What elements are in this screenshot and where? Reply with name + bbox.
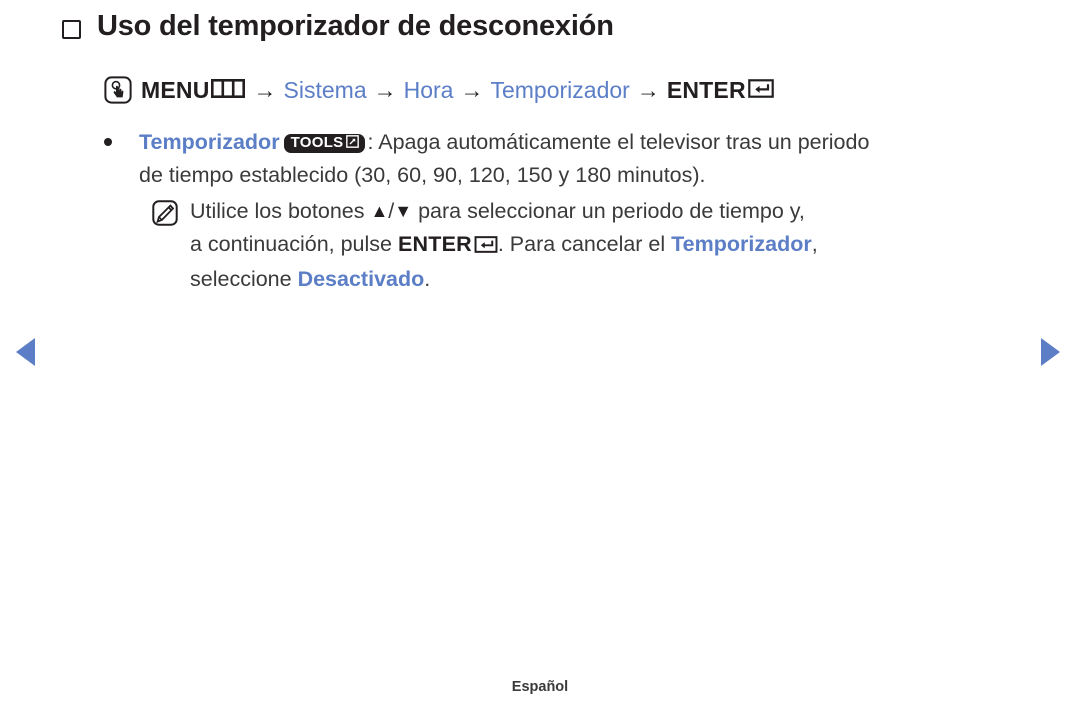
term-temporizador: Temporizador [139, 130, 280, 154]
language-footer: Español [511, 679, 569, 695]
title-square-bullet-icon [62, 20, 81, 39]
note-part4: . Para cancelar el [497, 232, 672, 256]
path-step-temporizador: Temporizador [490, 76, 630, 103]
note-part1: Utilice los botones [190, 199, 371, 223]
bullet-dot-icon [104, 138, 112, 146]
menu-path: MENU → Sistema → Hora → Temporizador → E… [104, 76, 774, 104]
term-desactivado: Desactivado [297, 267, 425, 291]
tools-arrow-icon [346, 134, 360, 151]
body-content: Temporizador TOOLS : Apaga automáticament… [104, 126, 1024, 296]
page-title-row: Uso del temporizador de desconexión [62, 10, 614, 43]
menu-bars-icon [210, 77, 245, 104]
bullet-text: Temporizador TOOLS : Apaga automáticament… [139, 126, 1024, 192]
term-temporizador-cancel: Temporizador [671, 232, 812, 256]
enter-return-icon-note [474, 230, 498, 263]
enter-return-icon [747, 77, 774, 104]
menu-label: MENU [141, 76, 210, 103]
bullet-description-line2: de tiempo establecido (30, 60, 90, 120, … [139, 163, 706, 187]
arrow-up-icon: ▲ [370, 201, 389, 221]
page-title: Uso del temporizador de desconexión [97, 10, 614, 42]
path-separator-1: → [253, 76, 277, 103]
bullet-description: : Apaga automáticamente el televisor tra… [367, 130, 870, 154]
note-part6: seleccione [190, 267, 298, 291]
tools-badge: TOOLS [283, 133, 366, 153]
bullet-item-temporizador: Temporizador TOOLS : Apaga automáticament… [104, 126, 1024, 192]
note-part5: , [811, 232, 818, 256]
path-separator-4: → [636, 76, 660, 103]
note-part3: a continuación, pulse [190, 232, 398, 256]
manual-page: Uso del temporizador de desconexión MENU… [0, 0, 1080, 705]
enter-label: ENTER [666, 76, 746, 103]
triangle-left-icon[interactable] [16, 338, 35, 366]
arrow-down-icon: ▼ [394, 201, 413, 221]
triangle-right-icon[interactable] [1041, 338, 1060, 366]
note-part2: para seleccionar un periodo de tiempo y, [412, 199, 805, 223]
path-separator-3: → [460, 76, 484, 103]
path-step-hora: Hora [403, 76, 454, 103]
path-separator-2: → [373, 76, 397, 103]
note-part7: . [424, 267, 431, 291]
note-block: Utilice los botones ▲/▼ para seleccionar… [104, 195, 1024, 296]
note-pencil-icon [152, 200, 178, 226]
press-button-icon [104, 76, 132, 104]
note-enter-label: ENTER [397, 232, 472, 256]
tools-badge-label: TOOLS [290, 134, 344, 151]
path-step-sistema: Sistema [283, 76, 367, 103]
note-text: Utilice los botones ▲/▼ para seleccionar… [190, 195, 1024, 296]
